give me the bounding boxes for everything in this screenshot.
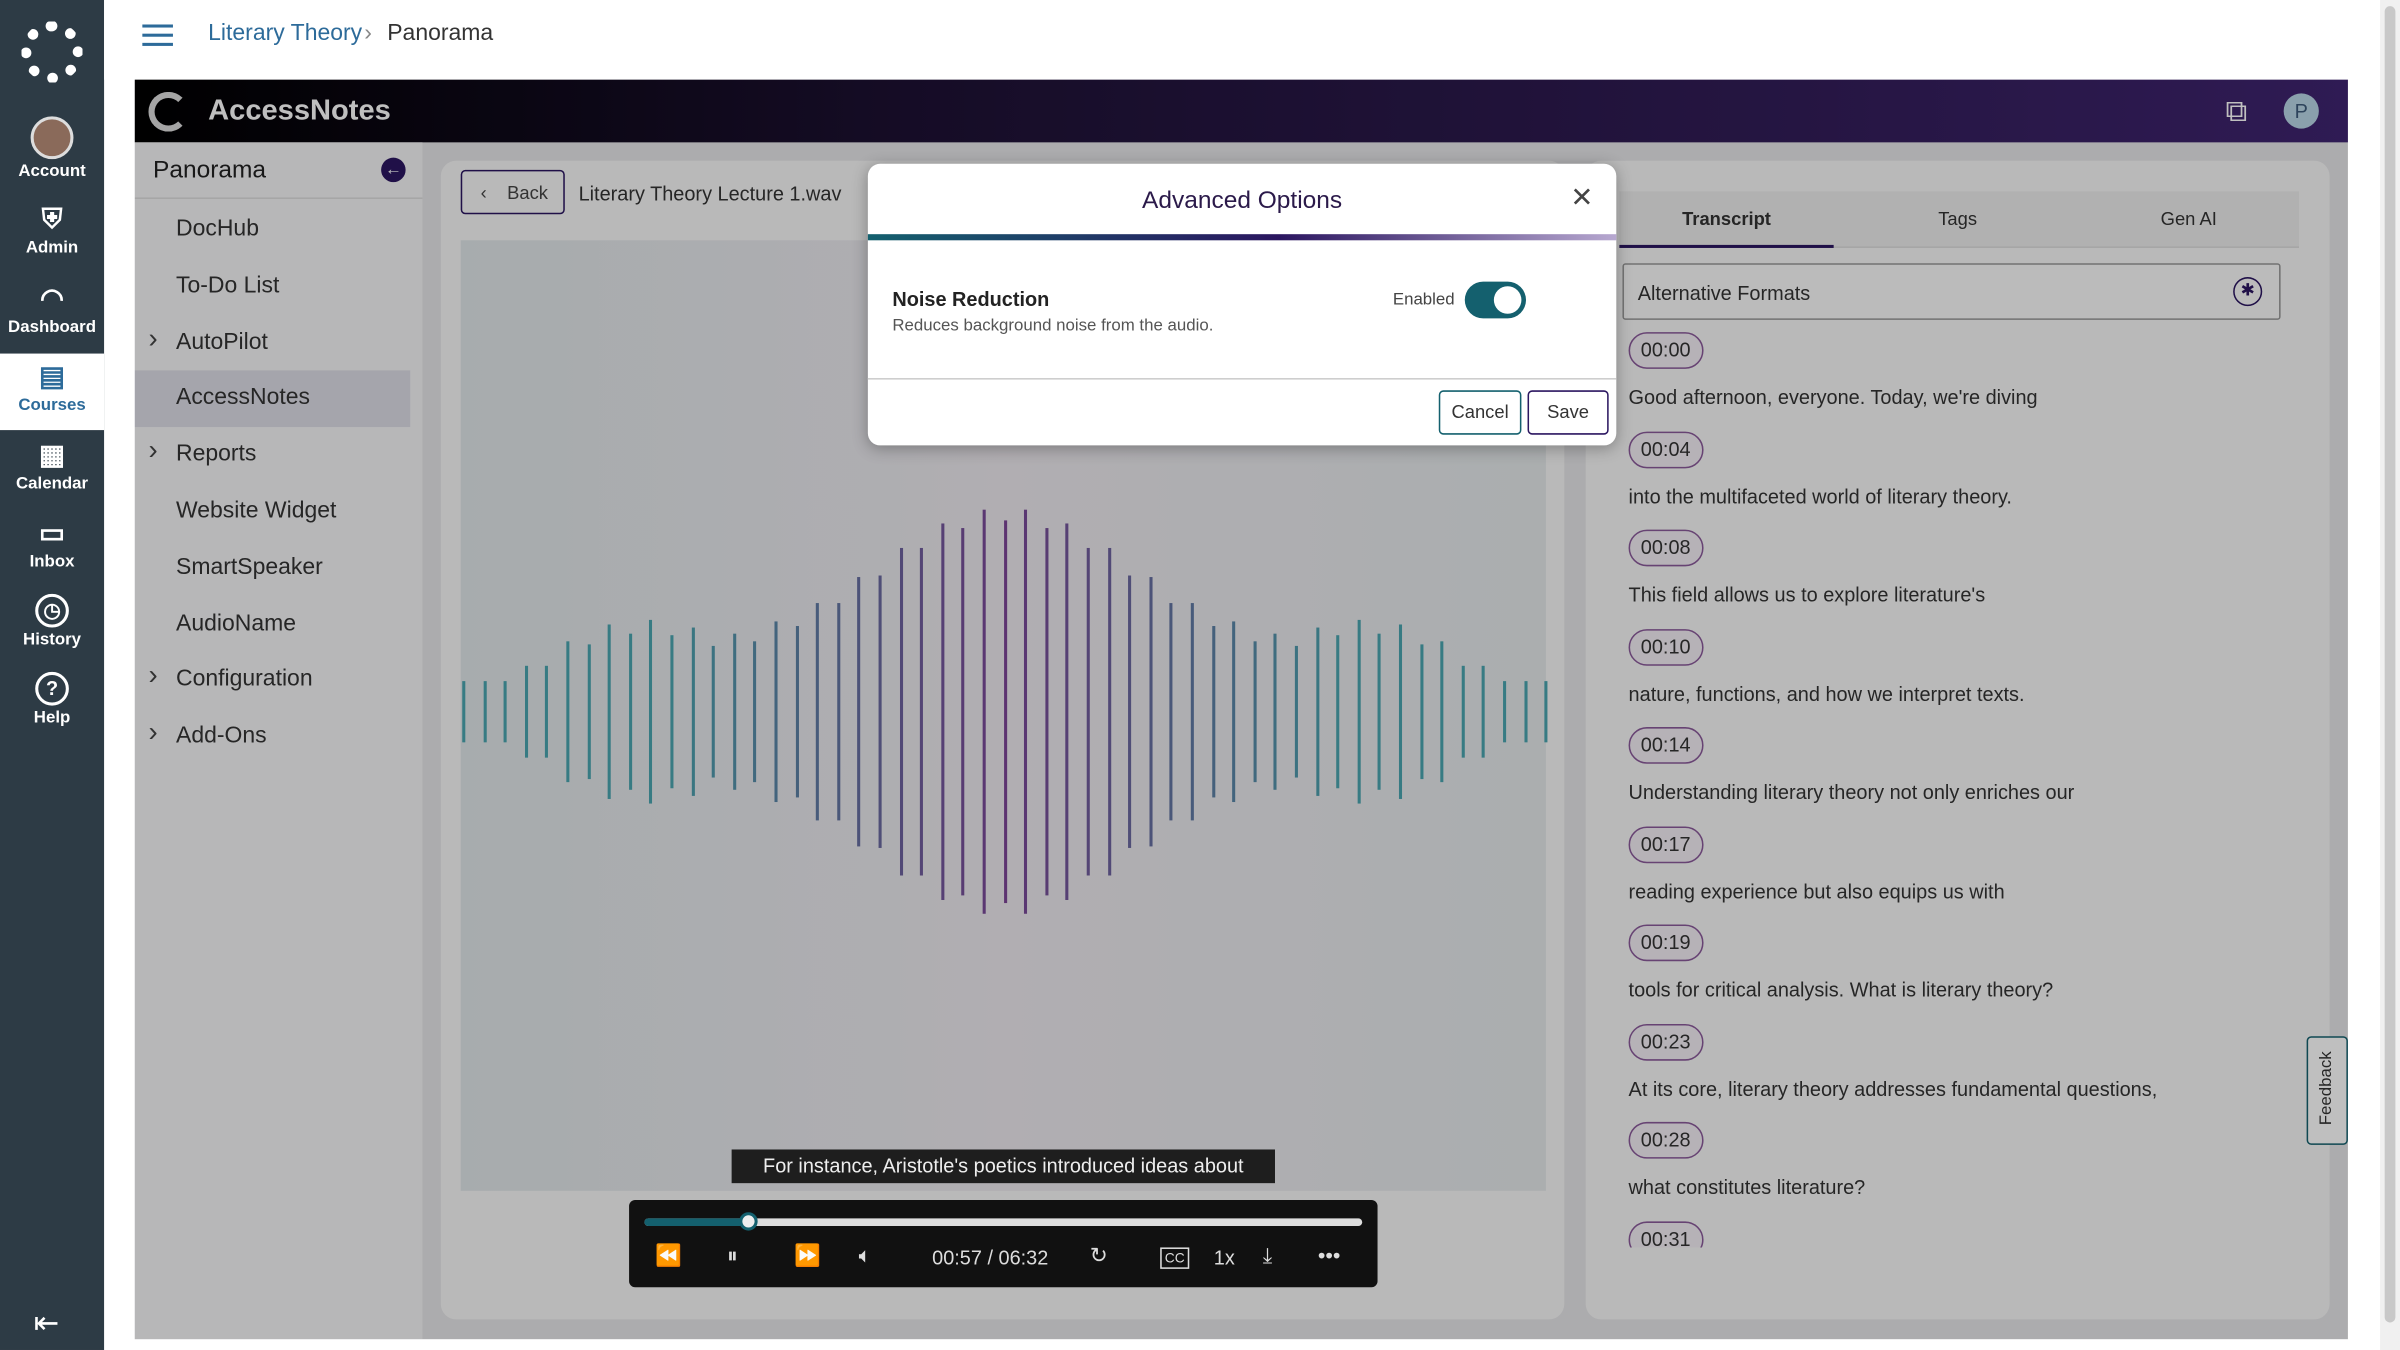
save-button[interactable]: Save	[1527, 390, 1609, 435]
nav-item-label: Admin	[25, 238, 79, 258]
seek-handle[interactable]	[739, 1212, 759, 1231]
nav-item-account[interactable]: Account	[0, 110, 104, 187]
speedometer-icon: ◠	[40, 283, 65, 314]
nav-item-calendar[interactable]: ▦ Calendar	[0, 432, 104, 509]
noise-reduction-toggle[interactable]	[1464, 281, 1527, 319]
hamburger-menu-icon[interactable]	[142, 24, 173, 46]
global-nav: Account ⛨ Admin ◠ Dashboard ▤ Courses ▦ Calendar…	[0, 0, 105, 1350]
nav-item-admin[interactable]: ⛨ Admin	[0, 196, 104, 273]
book-icon: ▤	[39, 361, 66, 392]
nav-item-label: Dashboard	[8, 318, 97, 337]
volume-icon[interactable]: 🔈︎	[859, 1243, 872, 1269]
top-bar: Literary Theory › Panorama	[104, 0, 2381, 80]
player-controls: ⏪ ⏸ ⏩ 🔈︎ 00:57 / 06:32 ↻ CC 1x ⤓ •••	[629, 1199, 1378, 1288]
nav-item-label: History	[23, 630, 82, 649]
breadcrumb-separator: ›	[364, 19, 372, 46]
nav-item-courses[interactable]: ▤ Courses	[0, 353, 105, 431]
footer-divider	[867, 378, 1617, 380]
fast-forward-icon[interactable]: ⏩	[794, 1243, 821, 1269]
collapse-nav-icon[interactable]: ⇤	[34, 1304, 60, 1342]
modal-title: Advanced Options	[1142, 188, 1343, 215]
logo-icon	[21, 21, 83, 83]
nav-item-label: Help	[33, 708, 71, 728]
nav-item-label: Calendar	[15, 474, 89, 493]
breadcrumb-parent[interactable]: Literary Theory	[208, 20, 362, 46]
shield-icon: ⛨	[41, 203, 63, 235]
nav-item-label: Courses	[18, 396, 86, 415]
calendar-icon: ▦	[39, 439, 66, 470]
time-display: 00:57 / 06:32	[932, 1245, 1049, 1269]
download-icon[interactable]: ⤓	[1263, 1243, 1272, 1269]
nav-item-help[interactable]: ? Help	[0, 666, 104, 743]
caption-overlay: For instance, Aristotle's poetics introd…	[731, 1149, 1275, 1184]
setting-title: Noise Reduction	[892, 287, 1050, 311]
nav-item-label: Account	[18, 162, 86, 181]
closed-captions-icon[interactable]: CC	[1160, 1247, 1190, 1269]
nav-item-label: Inbox	[29, 552, 75, 571]
breadcrumb-current: Panorama	[387, 19, 494, 46]
nav-item-history[interactable]: ◷ History	[0, 588, 104, 665]
more-options-icon[interactable]: •••	[1318, 1243, 1341, 1267]
close-icon[interactable]: ✕	[1570, 182, 1593, 214]
toggle-label: Enabled	[1392, 290, 1455, 310]
nav-item-dashboard[interactable]: ◠ Dashboard	[0, 276, 104, 353]
playback-speed-button[interactable]: 1x	[1214, 1246, 1235, 1269]
page-scrollbar[interactable]	[2380, 0, 2400, 1350]
pause-icon[interactable]: ⏸	[727, 1243, 738, 1269]
avatar	[30, 116, 74, 160]
clock-icon: ◷	[35, 593, 69, 628]
rewind-icon[interactable]: ⏪	[655, 1243, 682, 1269]
nav-item-inbox[interactable]: ▭ Inbox	[0, 510, 104, 587]
inbox-icon: ▭	[39, 517, 66, 548]
advanced-options-modal: Advanced Options ✕ Noise Reduction Reduc…	[867, 163, 1617, 446]
modal-divider	[867, 234, 1617, 241]
replay-icon[interactable]: ↻	[1090, 1243, 1108, 1269]
cancel-button[interactable]: Cancel	[1438, 390, 1522, 435]
setting-description: Reduces background noise from the audio.	[892, 316, 1214, 336]
help-icon: ?	[35, 671, 69, 706]
